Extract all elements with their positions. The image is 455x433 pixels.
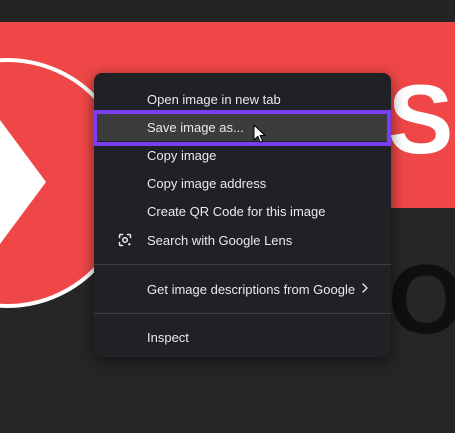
browser-page: Sc O Open image in new tab Save image as… [0, 0, 455, 433]
menu-item-label: Save image as... [147, 119, 244, 135]
context-menu: Open image in new tab Save image as... C… [94, 73, 391, 357]
menu-item-save-image-as[interactable]: Save image as... [94, 113, 391, 141]
menu-item-label: Get image descriptions from Google [147, 281, 356, 297]
thumbnail-text-bottom: O [388, 244, 455, 354]
mouse-cursor-icon [253, 124, 266, 143]
thumbnail-text-top: Sc [388, 64, 455, 174]
menu-item-inspect[interactable]: Inspect [94, 323, 391, 351]
menu-item-label: Copy image address [147, 175, 267, 191]
menu-item-copy-image[interactable]: Copy image [94, 141, 391, 169]
chevron-right-icon [362, 283, 368, 293]
menu-item-get-image-descriptions[interactable]: Get image descriptions from Google [94, 274, 391, 304]
menu-item-open-image-new-tab[interactable]: Open image in new tab [94, 85, 391, 113]
menu-item-label: Create QR Code for this image [147, 203, 326, 219]
page-top-strip [0, 0, 455, 22]
menu-item-label: Inspect [147, 329, 189, 345]
google-lens-icon [118, 233, 132, 247]
menu-item-label: Copy image [147, 147, 217, 163]
menu-separator [94, 264, 391, 265]
menu-item-label: Search with Google Lens [147, 232, 293, 248]
menu-item-copy-image-address[interactable]: Copy image address [94, 169, 391, 197]
menu-item-search-google-lens[interactable]: Search with Google Lens [94, 225, 391, 255]
menu-separator [94, 313, 391, 314]
menu-item-create-qr-code[interactable]: Create QR Code for this image [94, 197, 391, 225]
menu-item-label: Open image in new tab [147, 91, 281, 107]
play-icon [0, 120, 46, 244]
